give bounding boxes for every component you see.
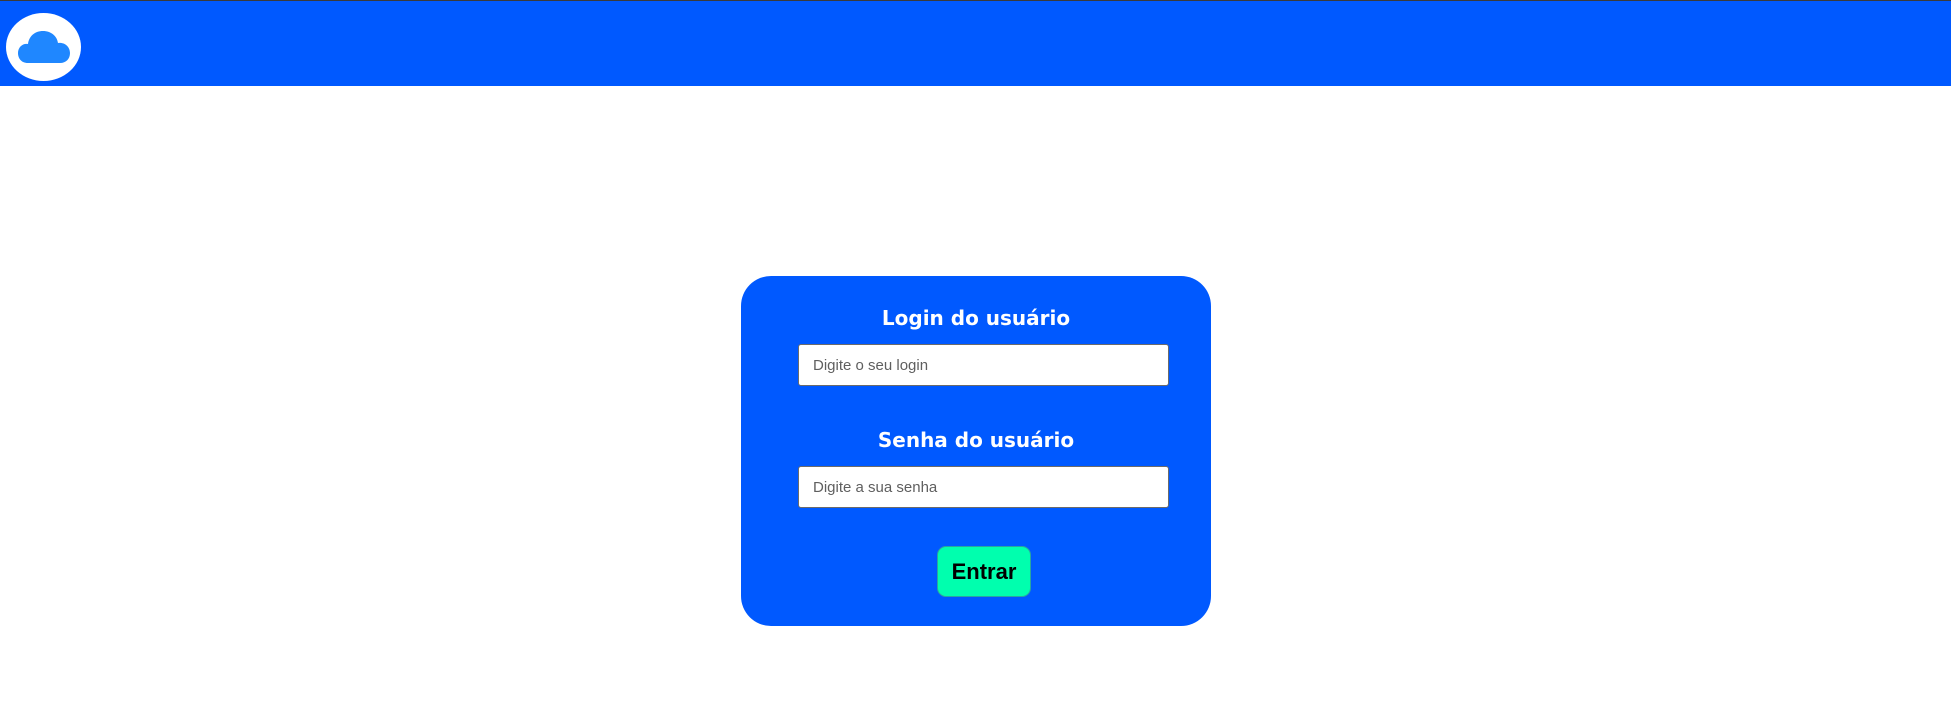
submit-button[interactable]: Entrar xyxy=(937,546,1031,597)
login-form: Login do usuário Senha do usuário Entrar xyxy=(741,276,1211,626)
cloud-icon xyxy=(17,31,70,63)
login-label: Login do usuário xyxy=(881,306,1071,330)
logo[interactable] xyxy=(6,13,81,81)
login-input[interactable] xyxy=(798,344,1169,386)
top-header xyxy=(0,0,1951,86)
password-input[interactable] xyxy=(798,466,1169,508)
password-label: Senha do usuário xyxy=(877,428,1075,452)
